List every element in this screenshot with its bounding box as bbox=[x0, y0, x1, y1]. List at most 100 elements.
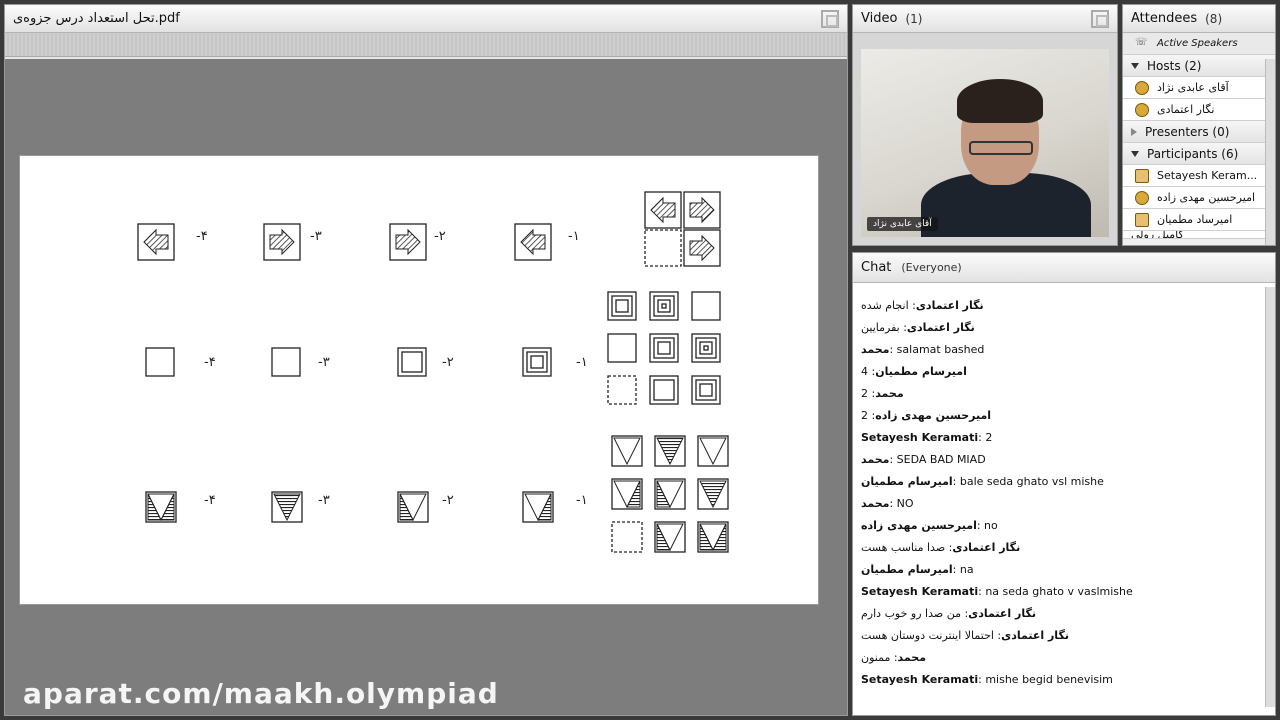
attendee-row[interactable]: امیرساد مطمیان bbox=[1123, 209, 1275, 231]
chat-text: NO bbox=[896, 497, 914, 510]
option-label: -۱ bbox=[576, 493, 588, 508]
chat-message: محمد: SEDA BAD MIAD bbox=[861, 453, 986, 466]
chat-sender: نگار اعتمادی bbox=[1001, 629, 1069, 642]
hatched-arrow-shape bbox=[689, 234, 715, 262]
hatched-arrow-shape bbox=[269, 228, 295, 256]
group-hosts[interactable]: Hosts (2) bbox=[1123, 55, 1275, 77]
attendee-row[interactable]: کامیل رولی bbox=[1123, 231, 1275, 239]
document-canvas[interactable]: -۴ -۳ -۲ -۱ -۴ -۳ -۲ -۱ -۴ -۳ -۲ -۱ bbox=[5, 59, 847, 715]
chat-text: SEDA BAD MIAD bbox=[896, 453, 986, 466]
video-titlebar: Video (1) bbox=[853, 5, 1117, 33]
chat-sender: امیرسام مطمیان bbox=[875, 365, 967, 378]
nested-square-outer bbox=[271, 347, 301, 377]
attendee-name: آقای عابدی نژاد bbox=[1157, 81, 1229, 94]
nested-square-inner bbox=[695, 379, 717, 401]
video-title: Video bbox=[861, 11, 898, 26]
chat-sender: محمد bbox=[861, 497, 890, 510]
triangle-shape bbox=[699, 437, 727, 466]
video-pane: Video (1) آقای عابدی نژاد bbox=[852, 4, 1118, 246]
group-participants[interactable]: Participants (6) bbox=[1123, 143, 1275, 165]
document-titlebar: تحل استعداد درس جزوه‌ی.pdf bbox=[5, 5, 847, 33]
person-hair bbox=[957, 79, 1043, 123]
chat-text: na bbox=[959, 563, 974, 576]
attendees-scrollbar[interactable] bbox=[1265, 59, 1275, 245]
chat-text: mishe begid benevisim bbox=[985, 673, 1113, 686]
triangle-shape bbox=[656, 437, 684, 466]
pdf-page: -۴ -۳ -۲ -۱ -۴ -۳ -۲ -۱ -۴ -۳ -۲ -۱ bbox=[19, 155, 819, 605]
chat-message: محمد: salamat bashed bbox=[861, 343, 985, 356]
chat-message: نگار اعتمادی: صدا مناسب هست bbox=[861, 541, 1021, 554]
chat-sender: امیرسام مطمیان bbox=[861, 563, 953, 576]
chat-sender: نگار اعتمادی bbox=[968, 607, 1036, 620]
nested-square-inner bbox=[695, 337, 717, 359]
presenter-name-tag: آقای عابدی نژاد bbox=[867, 217, 938, 231]
nested-square-outer bbox=[145, 347, 175, 377]
chat-text: bale seda ghato vsl mishe bbox=[959, 475, 1104, 488]
active-speakers-label: Active Speakers bbox=[1157, 38, 1238, 49]
option-label: -۲ bbox=[442, 493, 454, 508]
option-label: -۲ bbox=[434, 229, 446, 244]
missing-cell bbox=[607, 375, 637, 405]
chat-text: salamat bashed bbox=[896, 343, 985, 356]
nested-square-inner bbox=[657, 299, 671, 313]
chat-text: 2 bbox=[861, 409, 868, 422]
host-user-icon bbox=[1135, 80, 1149, 95]
nested-square-inner bbox=[653, 295, 675, 317]
chat-sender: Setayesh Keramati bbox=[861, 673, 979, 686]
expand-arrow-icon bbox=[1131, 150, 1139, 157]
chat-text: انجام شده bbox=[861, 299, 909, 312]
attendee-row[interactable]: امیرحسین مهدی زاده bbox=[1123, 187, 1275, 209]
option-label: -۴ bbox=[196, 229, 208, 244]
hatched-arrow-shape bbox=[650, 196, 676, 224]
chat-sender: محمد bbox=[875, 387, 904, 400]
attendee-row[interactable]: نگار اعتمادی bbox=[1123, 99, 1275, 121]
nested-square-inner bbox=[401, 351, 423, 373]
missing-cell bbox=[611, 521, 643, 553]
attendee-name: امیرساد مطمیان bbox=[1157, 213, 1233, 226]
chat-sender: Setayesh Keramati bbox=[861, 431, 979, 444]
attendees-title: Attendees bbox=[1131, 11, 1198, 26]
chat-scrollbar[interactable] bbox=[1265, 287, 1275, 707]
chat-message: نگار اعتمادی: انجام شده bbox=[861, 299, 984, 312]
chat-text: ممنون bbox=[861, 651, 891, 664]
option-label: -۱ bbox=[576, 355, 588, 370]
document-toolbar bbox=[5, 33, 847, 57]
attendees-titlebar: Attendees (8) bbox=[1123, 5, 1275, 33]
chat-message: محمد: ممنون bbox=[861, 651, 927, 664]
attendee-row[interactable]: آقای عابدی نژاد bbox=[1123, 77, 1275, 99]
chat-message: محمد: 2 bbox=[861, 387, 904, 400]
active-speakers-row[interactable]: ☏ Active Speakers bbox=[1123, 33, 1275, 55]
chat-sender: امیرسام مطمیان bbox=[861, 475, 953, 488]
attendee-name: نگار اعتمادی bbox=[1157, 103, 1215, 116]
participant-user-icon bbox=[1135, 168, 1149, 183]
attendee-name: امیرحسین مهدی زاده bbox=[1157, 191, 1256, 204]
chat-text: 2 bbox=[985, 431, 993, 444]
chat-message: محمد: NO bbox=[861, 497, 914, 510]
chat-sender: نگار اعتمادی bbox=[915, 299, 984, 312]
chat-message: نگار اعتمادی: احتمالا اینترنت دوستان هست bbox=[861, 629, 1069, 642]
triangle-shape bbox=[699, 480, 727, 509]
maximize-icon[interactable] bbox=[821, 10, 839, 28]
option-label: -۳ bbox=[318, 493, 330, 508]
option-label: -۳ bbox=[310, 229, 322, 244]
nested-square-inner bbox=[657, 341, 671, 355]
hatched-arrow-shape bbox=[689, 196, 715, 224]
attendee-name: Setayesh Keram... bbox=[1157, 169, 1258, 182]
group-label: Hosts (2) bbox=[1147, 58, 1202, 73]
participant-user-icon bbox=[1135, 190, 1149, 205]
maximize-icon[interactable] bbox=[1091, 10, 1109, 28]
hatched-arrow-shape bbox=[395, 228, 421, 256]
attendee-row[interactable]: Setayesh Keram... bbox=[1123, 165, 1275, 187]
attendees-count: (8) bbox=[1205, 11, 1223, 26]
watermark-text: aparat.com/maakh.olympiad bbox=[23, 677, 499, 710]
host-user-icon bbox=[1135, 102, 1149, 117]
video-count: (1) bbox=[905, 11, 923, 26]
group-label: Participants (6) bbox=[1147, 146, 1239, 161]
chat-message: Setayesh Keramati: mishe begid benevisim bbox=[861, 673, 1113, 686]
option-label: -۴ bbox=[204, 355, 216, 370]
chat-title: Chat bbox=[861, 260, 892, 275]
chat-message: امیرسام مطمیان: 4 bbox=[861, 365, 967, 378]
chat-text: من صدا رو خوب دارم bbox=[861, 607, 961, 620]
chat-message: Setayesh Keramati: 2 bbox=[861, 431, 993, 444]
group-presenters[interactable]: Presenters (0) bbox=[1123, 121, 1275, 143]
